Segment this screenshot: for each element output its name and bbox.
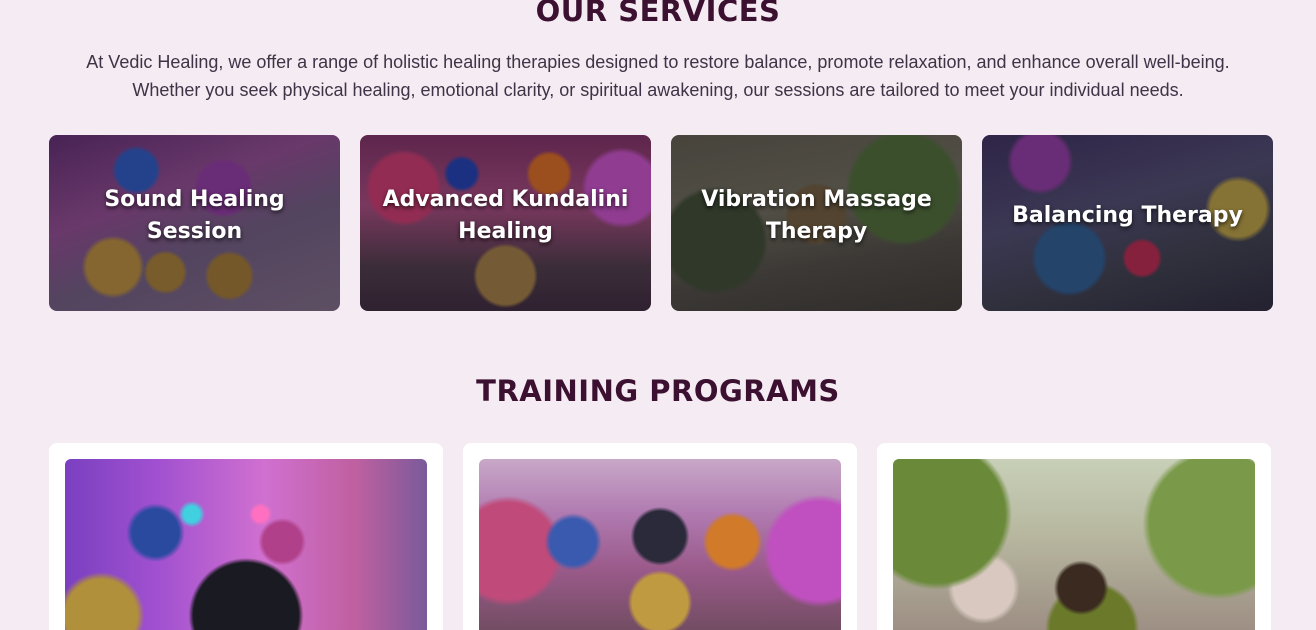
program-image-3 — [893, 459, 1255, 630]
service-card-label: Vibration Massage Therapy — [701, 187, 932, 244]
program-card-2[interactable] — [463, 443, 857, 630]
service-card-label: Advanced Kundalini Healing — [382, 187, 629, 244]
service-card-balancing-therapy[interactable]: Balancing Therapy — [982, 135, 1273, 311]
services-intro-line-1: At Vedic Healing, we offer a range of ho… — [86, 52, 1230, 72]
services-grid: Sound Healing Session Advanced Kundalini… — [49, 135, 1273, 311]
service-card-sound-healing[interactable]: Sound Healing Session — [49, 135, 340, 311]
program-image-1 — [65, 459, 427, 630]
services-intro-line-2: Whether you seek physical healing, emoti… — [132, 80, 1184, 100]
services-intro: At Vedic Healing, we offer a range of ho… — [60, 48, 1256, 104]
service-card-vibration-massage[interactable]: Vibration Massage Therapy — [671, 135, 962, 311]
service-card-label: Balancing Therapy — [1012, 203, 1243, 228]
program-image-2 — [479, 459, 841, 630]
training-heading: TRAINING PROGRAMS — [476, 374, 840, 408]
program-card-3[interactable] — [877, 443, 1271, 630]
service-card-kundalini[interactable]: Advanced Kundalini Healing — [360, 135, 651, 311]
service-card-label: Sound Healing Session — [104, 187, 285, 244]
program-card-1[interactable] — [49, 443, 443, 630]
training-grid — [49, 443, 1271, 630]
services-heading: OUR SERVICES — [535, 0, 781, 28]
